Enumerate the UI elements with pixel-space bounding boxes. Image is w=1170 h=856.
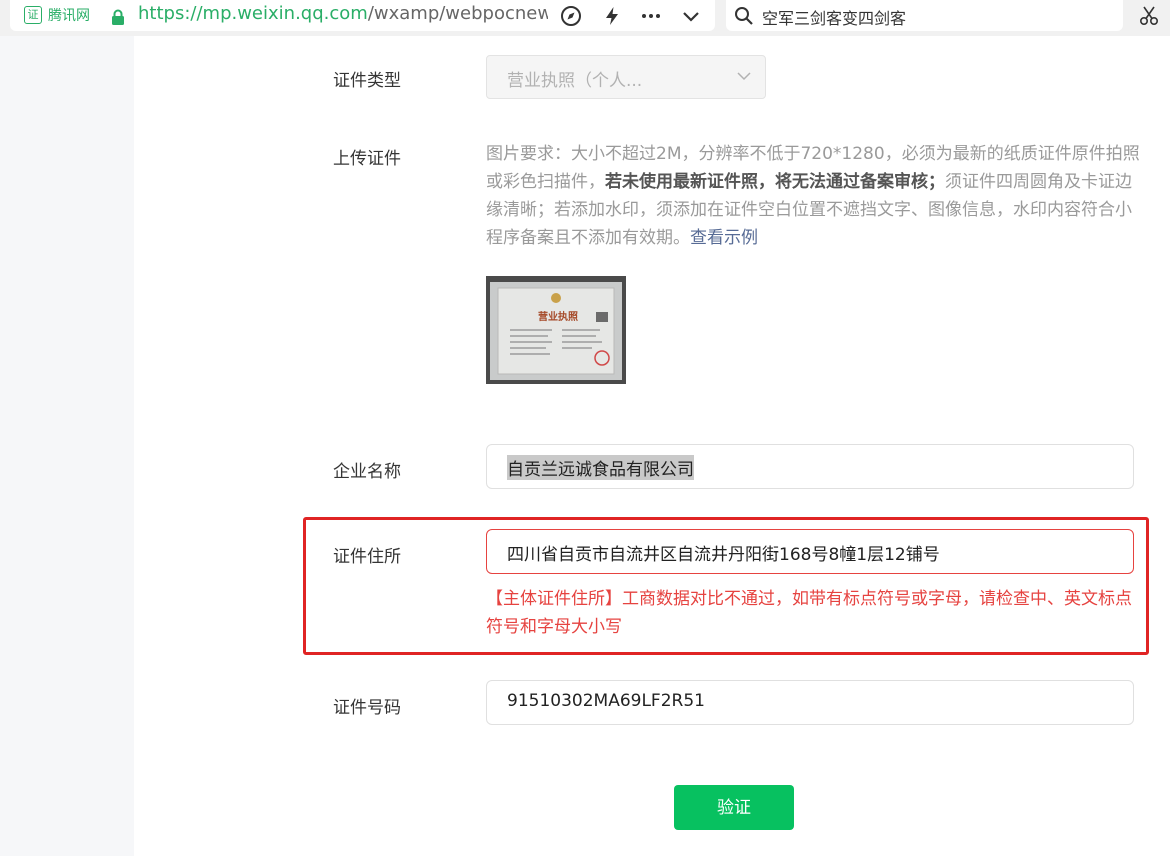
company-name-value: 自贡兰远诚食品有限公司 — [507, 455, 694, 480]
chevron-down-icon[interactable] — [680, 5, 702, 27]
cert-number-value: 91510302MA69LF2R51 — [507, 691, 705, 711]
cert-address-value: 四川省自贡市自流井区自流井丹阳街168号8幢1层12铺号 — [507, 545, 940, 565]
cert-type-value: 营业执照（个人... — [507, 71, 643, 91]
cert-number-input[interactable]: 91510302MA69LF2R51 — [486, 680, 1134, 725]
license-thumbnail[interactable]: 营业执照 — [486, 276, 626, 384]
upload-label: 上传证件 — [333, 149, 401, 169]
cert-type-select[interactable]: 营业执照（个人... — [486, 55, 766, 99]
search-icon — [735, 7, 753, 25]
cert-address-label: 证件住所 — [333, 547, 401, 567]
cert-type-label: 证件类型 — [333, 71, 401, 91]
search-text: 空军三剑客变四剑客 — [762, 9, 907, 28]
more-icon[interactable] — [640, 5, 662, 27]
upload-requirements: 图片要求：大小不超过2M，分辨率不低于720*1280，必须为最新的纸质证件原件… — [486, 144, 1140, 248]
url-text[interactable]: https://mp.weixin.qq.com/wxamp/webpocnew… — [138, 3, 548, 24]
view-example-link[interactable]: 查看示例 — [690, 228, 758, 248]
certificate-org: 腾讯网 — [48, 8, 90, 24]
license-title: 营业执照 — [538, 310, 578, 323]
cert-address-input[interactable]: 四川省自贡市自流井区自流井丹阳街168号8幢1层12铺号 — [486, 529, 1134, 574]
left-sidebar — [0, 36, 134, 856]
cert-number-label: 证件号码 — [333, 698, 401, 718]
address-bar[interactable]: 证 腾讯网 https://mp.weixin.qq.com/wxamp/web… — [10, 0, 715, 31]
license-image: 营业执照 — [486, 276, 626, 384]
browser-toolbar: 证 腾讯网 https://mp.weixin.qq.com/wxamp/web… — [0, 0, 1170, 36]
search-box[interactable]: 空军三剑客变四剑客 — [726, 0, 1123, 31]
company-name-input[interactable]: 自贡兰远诚食品有限公司 — [486, 444, 1134, 489]
verify-button[interactable]: 验证 — [674, 785, 794, 830]
lightning-icon[interactable] — [601, 5, 623, 27]
compass-icon[interactable] — [560, 5, 582, 27]
chevron-down-icon — [737, 72, 751, 81]
cert-address-error: 【主体证件住所】工商数据对比不通过，如带有标点符号或字母，请检查中、英文标点符号… — [486, 589, 1132, 637]
certificate-badge-icon: 证 — [24, 6, 42, 24]
upload-warning: 若未使用最新证件照，将无法通过备案审核； — [605, 172, 945, 192]
company-name-label: 企业名称 — [333, 462, 401, 482]
scissors-icon[interactable] — [1139, 5, 1159, 27]
lock-icon — [112, 9, 124, 25]
